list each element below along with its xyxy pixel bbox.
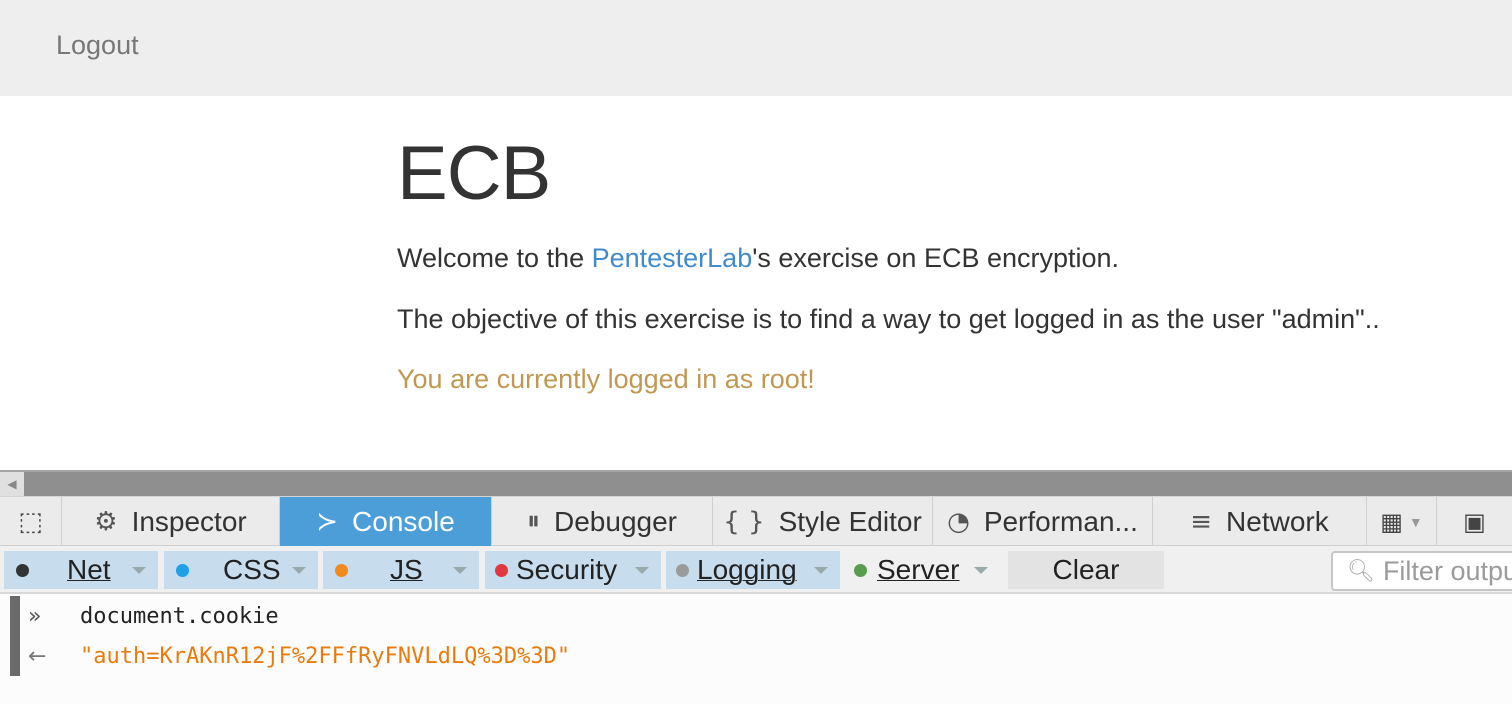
filter-css-button[interactable]: CSS — [164, 551, 318, 589]
top-navbar: Logout — [0, 0, 1512, 96]
filter-net-label: Net — [67, 554, 111, 585]
main-content: ECB Welcome to the PentesterLab's exerci… — [397, 96, 1497, 395]
console-input-line: » document.cookie — [28, 598, 279, 634]
filter-security-label: Security — [516, 554, 618, 585]
welcome-text: Welcome to the PentesterLab's exercise o… — [397, 242, 1497, 276]
filter-js-label: JS — [390, 554, 423, 585]
console-group-marker — [10, 596, 20, 676]
css-dot-icon — [176, 563, 189, 577]
logout-link[interactable]: Logout — [56, 30, 139, 61]
console-input-text: document.cookie — [80, 603, 279, 629]
chevron-down-icon — [292, 567, 306, 574]
chevron-down-icon: ▼ — [1408, 513, 1423, 530]
console-output-area[interactable]: » document.cookie ← "auth=KrAKnR12jF%2FF… — [0, 596, 1512, 704]
console-prompt-icon: ≻ — [316, 506, 339, 537]
tab-console[interactable]: ≻ Console — [280, 497, 492, 546]
frame-selector-button[interactable]: ▦ ▼ — [1367, 497, 1437, 546]
frame-selector-icon: ▦ — [1380, 507, 1403, 536]
console-output-line: ← "auth=KrAKnR12jF%2FFfRyFNVLdLQ%3D%3D" — [28, 638, 570, 674]
filter-js-button[interactable]: JS — [323, 551, 479, 589]
tab-inspector-label: Inspector — [131, 505, 247, 537]
filter-output-placeholder: Filter output — [1382, 555, 1512, 586]
pentesterlab-link[interactable]: PentesterLab — [592, 243, 753, 273]
clear-button[interactable]: Clear — [1008, 551, 1164, 589]
net-dot-icon — [16, 563, 29, 577]
chevron-down-icon — [132, 567, 146, 574]
tab-inspector[interactable]: ⚙ Inspector — [62, 497, 280, 546]
chevron-down-icon — [814, 567, 828, 574]
network-icon: ≡ — [1190, 506, 1213, 537]
welcome-prefix: Welcome to the — [397, 243, 592, 273]
tab-style-editor-label: Style Editor — [778, 505, 922, 537]
filter-server-button[interactable]: Server — [846, 551, 1000, 589]
security-dot-icon — [495, 563, 508, 577]
tab-style-editor[interactable]: { } Style Editor — [713, 497, 933, 546]
element-picker-button[interactable]: ⬚ — [0, 497, 62, 546]
pause-icon: ⏸ — [527, 506, 541, 536]
tab-debugger[interactable]: ⏸ Debugger — [492, 497, 713, 546]
filter-security-button[interactable]: Security — [485, 551, 661, 589]
tab-performance-label: Performan... — [983, 505, 1138, 537]
filter-logging-button[interactable]: Logging — [666, 551, 840, 589]
filter-css-label: CSS — [223, 554, 281, 585]
split-console-button[interactable]: ▣ — [1437, 497, 1512, 546]
scroll-left-arrow-icon[interactable]: ◀ — [0, 472, 24, 496]
horizontal-scrollbar[interactable]: ◀ — [0, 470, 1512, 496]
console-filter-bar: Net CSS JS Security Logging Server Clear… — [0, 546, 1512, 594]
split-console-icon: ▣ — [1463, 507, 1486, 536]
logging-dot-icon — [676, 563, 689, 577]
filter-output-input[interactable]: 🔍︎ Filter output — [1331, 551, 1512, 591]
filter-net-button[interactable]: Net — [4, 551, 158, 589]
filter-server-label: Server — [877, 554, 960, 585]
tab-performance[interactable]: ◔ Performan... — [933, 497, 1153, 546]
tab-network-label: Network — [1226, 505, 1329, 537]
element-picker-icon: ⬚ — [18, 506, 43, 537]
gauge-icon: ◔ — [947, 506, 970, 537]
filter-logging-label: Logging — [697, 554, 797, 585]
chevron-down-icon — [635, 567, 649, 574]
welcome-suffix: 's exercise on ECB encryption. — [752, 243, 1120, 273]
braces-icon: { } — [723, 506, 765, 537]
tab-console-label: Console — [352, 505, 455, 537]
console-output-text: "auth=KrAKnR12jF%2FFfRyFNVLdLQ%3D%3D" — [80, 643, 571, 669]
search-icon: 🔍︎ — [1347, 558, 1375, 584]
page-title: ECB — [397, 131, 551, 216]
devtools-tabbar: ⬚ ⚙ Inspector ≻ Console ⏸ Debugger { } S… — [0, 496, 1512, 546]
chevron-down-icon — [974, 567, 988, 574]
js-dot-icon — [335, 563, 348, 577]
objective-text: The objective of this exercise is to fin… — [397, 303, 1380, 334]
input-prompt-icon: » — [28, 603, 42, 629]
chevron-down-icon — [453, 567, 467, 574]
tab-debugger-label: Debugger — [554, 505, 677, 537]
login-status-text: You are currently logged in as root! — [397, 363, 815, 394]
tab-network[interactable]: ≡ Network — [1153, 497, 1367, 546]
output-arrow-icon: ← — [28, 643, 47, 669]
server-dot-icon — [854, 563, 867, 577]
gear-icon: ⚙ — [94, 506, 118, 537]
devtools-panel: ⬚ ⚙ Inspector ≻ Console ⏸ Debugger { } S… — [0, 496, 1512, 704]
